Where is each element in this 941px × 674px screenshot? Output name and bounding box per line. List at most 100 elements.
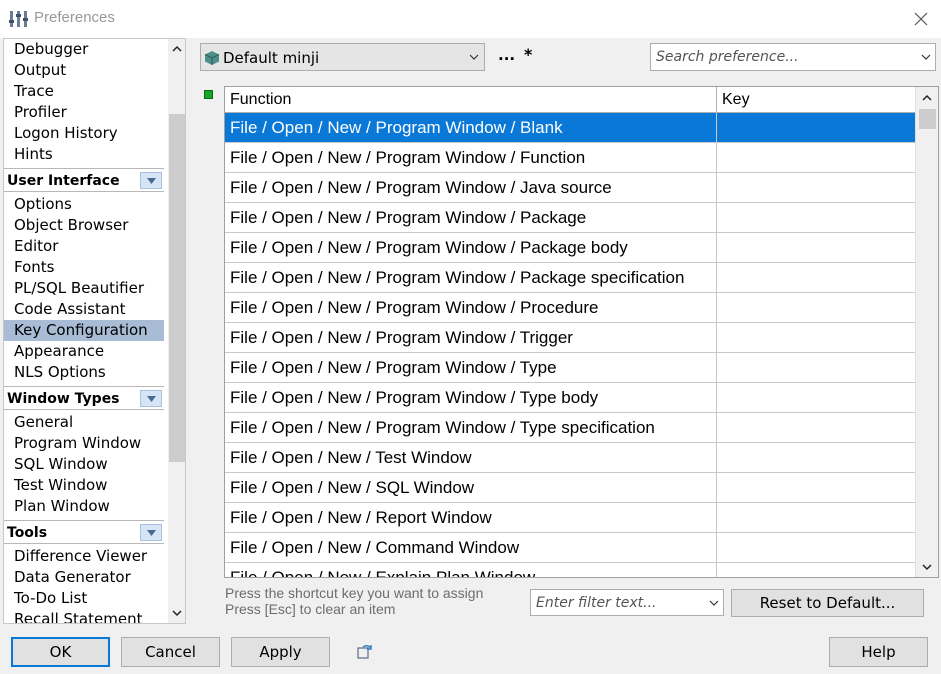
nav-group-tools[interactable]: Tools xyxy=(4,520,164,544)
nav-item-object-browser[interactable]: Object Browser xyxy=(14,215,128,236)
nav-item-test-window[interactable]: Test Window xyxy=(14,475,107,496)
nav-item-nls-options[interactable]: NLS Options xyxy=(14,362,106,383)
column-header-function[interactable]: Function xyxy=(225,87,717,113)
nav-scroll-thumb[interactable] xyxy=(169,114,185,462)
function-cell[interactable]: File / Open / New / Program Window / Jav… xyxy=(225,173,717,202)
key-cell[interactable] xyxy=(717,263,915,292)
function-cell[interactable]: File / Open / New / Program Window / Tri… xyxy=(225,323,717,352)
table-row[interactable]: File / Open / New / Program Window / Jav… xyxy=(225,173,915,203)
nav-item-appearance[interactable]: Appearance xyxy=(14,341,104,362)
profile-select[interactable]: Default minji xyxy=(200,43,485,71)
table-row[interactable]: File / Open / New / Report Window xyxy=(225,503,915,533)
nav-item-debugger[interactable]: Debugger xyxy=(14,39,88,60)
nav-group-collapse-button[interactable] xyxy=(140,172,162,189)
nav-item-fonts[interactable]: Fonts xyxy=(14,257,54,278)
nav-item-hints[interactable]: Hints xyxy=(14,144,53,165)
restore-defaults-icon[interactable] xyxy=(356,644,374,660)
table-row[interactable]: File / Open / New / Program Window / Fun… xyxy=(225,143,915,173)
key-cell[interactable] xyxy=(717,233,915,262)
table-row[interactable]: File / Open / New / Program Window / Typ… xyxy=(225,353,915,383)
function-cell[interactable]: File / Open / New / Program Window / Pac… xyxy=(225,203,717,232)
table-scroll-thumb[interactable] xyxy=(919,109,936,129)
nav-group-user-interface[interactable]: User Interface xyxy=(4,168,164,192)
function-cell[interactable]: File / Open / New / Test Window xyxy=(225,443,717,472)
key-cell[interactable] xyxy=(717,383,915,412)
nav-group-window-types[interactable]: Window Types xyxy=(4,386,164,410)
key-cell[interactable] xyxy=(717,473,915,502)
column-header-key[interactable]: Key xyxy=(717,87,915,113)
nav-item-output[interactable]: Output xyxy=(14,60,66,81)
close-button[interactable] xyxy=(906,6,936,32)
nav-item-logon-history[interactable]: Logon History xyxy=(14,123,118,144)
nav-scroll-down-button[interactable] xyxy=(168,604,185,622)
nav-group-collapse-button[interactable] xyxy=(140,390,162,407)
nav-item-pl-sql-beautifier[interactable]: PL/SQL Beautifier xyxy=(14,278,144,299)
table-row[interactable]: File / Open / New / Program Window / Typ… xyxy=(225,383,915,413)
reset-to-default-button[interactable]: Reset to Default... xyxy=(731,589,924,617)
nav-item-trace[interactable]: Trace xyxy=(14,81,54,102)
key-cell[interactable] xyxy=(717,173,915,202)
function-cell[interactable]: File / Open / New / Program Window / Bla… xyxy=(225,113,717,142)
nav-item-data-generator[interactable]: Data Generator xyxy=(14,567,131,588)
function-cell[interactable]: File / Open / New / Program Window / Fun… xyxy=(225,143,717,172)
chevron-down-icon[interactable] xyxy=(707,596,721,610)
nav-scroll-up-button[interactable] xyxy=(168,39,185,57)
table-row[interactable]: File / Open / New / Program Window / Typ… xyxy=(225,413,915,443)
key-cell[interactable] xyxy=(717,203,915,232)
nav-item-code-assistant[interactable]: Code Assistant xyxy=(14,299,126,320)
nav-item-general[interactable]: General xyxy=(14,412,73,433)
key-cell[interactable] xyxy=(717,443,915,472)
table-row[interactable]: File / Open / New / Program Window / Bla… xyxy=(225,113,915,143)
function-cell[interactable]: File / Open / New / Program Window / Typ… xyxy=(225,413,717,442)
ok-button[interactable]: OK xyxy=(11,637,110,667)
key-cell[interactable] xyxy=(717,533,915,562)
table-scroll-up-button[interactable] xyxy=(916,87,938,107)
function-cell[interactable]: File / Open / New / Report Window xyxy=(225,503,717,532)
function-cell[interactable]: File / Open / New / SQL Window xyxy=(225,473,717,502)
table-scrollbar[interactable] xyxy=(915,87,938,577)
key-cell[interactable] xyxy=(717,113,915,142)
function-cell[interactable]: File / Open / New / Command Window xyxy=(225,533,717,562)
nav-item-options[interactable]: Options xyxy=(14,194,72,215)
nav-item-program-window[interactable]: Program Window xyxy=(14,433,141,454)
table-row[interactable]: File / Open / New / Program Window / Tri… xyxy=(225,323,915,353)
function-cell[interactable]: File / Open / New / Program Window / Pro… xyxy=(225,293,717,322)
nav-item-recall-statement[interactable]: Recall Statement xyxy=(14,609,142,623)
table-row[interactable]: File / Open / New / Program Window / Pac… xyxy=(225,263,915,293)
key-cell[interactable] xyxy=(717,413,915,442)
nav-item-sql-window[interactable]: SQL Window xyxy=(14,454,108,475)
nav-scrollbar[interactable] xyxy=(168,39,185,623)
function-cell[interactable]: File / Open / New / Program Window / Typ… xyxy=(225,353,717,382)
key-cell[interactable] xyxy=(717,353,915,382)
table-row[interactable]: File / Open / New / Explain Plan Window xyxy=(225,563,915,577)
nav-item-key-configuration[interactable]: Key Configuration xyxy=(4,320,164,341)
nav-item-profiler[interactable]: Profiler xyxy=(14,102,67,123)
search-preference-input[interactable] xyxy=(654,46,912,68)
help-button[interactable]: Help xyxy=(829,637,928,667)
nav-item-editor[interactable]: Editor xyxy=(14,236,58,257)
table-scroll-down-button[interactable] xyxy=(916,557,938,577)
table-row[interactable]: File / Open / New / Test Window xyxy=(225,443,915,473)
profile-options-button[interactable]: ... xyxy=(498,46,515,64)
function-cell[interactable]: File / Open / New / Program Window / Typ… xyxy=(225,383,717,412)
key-cell[interactable] xyxy=(717,323,915,352)
table-row[interactable]: File / Open / New / Command Window xyxy=(225,533,915,563)
chevron-down-icon[interactable] xyxy=(919,50,933,64)
table-row[interactable]: File / Open / New / Program Window / Pro… xyxy=(225,293,915,323)
key-cell[interactable] xyxy=(717,563,915,577)
nav-item-to-do-list[interactable]: To-Do List xyxy=(14,588,87,609)
key-cell[interactable] xyxy=(717,503,915,532)
function-cell[interactable]: File / Open / New / Program Window / Pac… xyxy=(225,263,717,292)
key-cell[interactable] xyxy=(717,293,915,322)
filter-box[interactable] xyxy=(530,589,724,616)
table-row[interactable]: File / Open / New / Program Window / Pac… xyxy=(225,203,915,233)
apply-button[interactable]: Apply xyxy=(231,637,330,667)
filter-input[interactable] xyxy=(534,592,704,613)
function-cell[interactable]: File / Open / New / Explain Plan Window xyxy=(225,563,717,577)
nav-group-collapse-button[interactable] xyxy=(140,524,162,541)
nav-item-plan-window[interactable]: Plan Window xyxy=(14,496,110,517)
function-cell[interactable]: File / Open / New / Program Window / Pac… xyxy=(225,233,717,262)
search-preference-box[interactable] xyxy=(650,43,936,71)
table-row[interactable]: File / Open / New / SQL Window xyxy=(225,473,915,503)
cancel-button[interactable]: Cancel xyxy=(121,637,220,667)
